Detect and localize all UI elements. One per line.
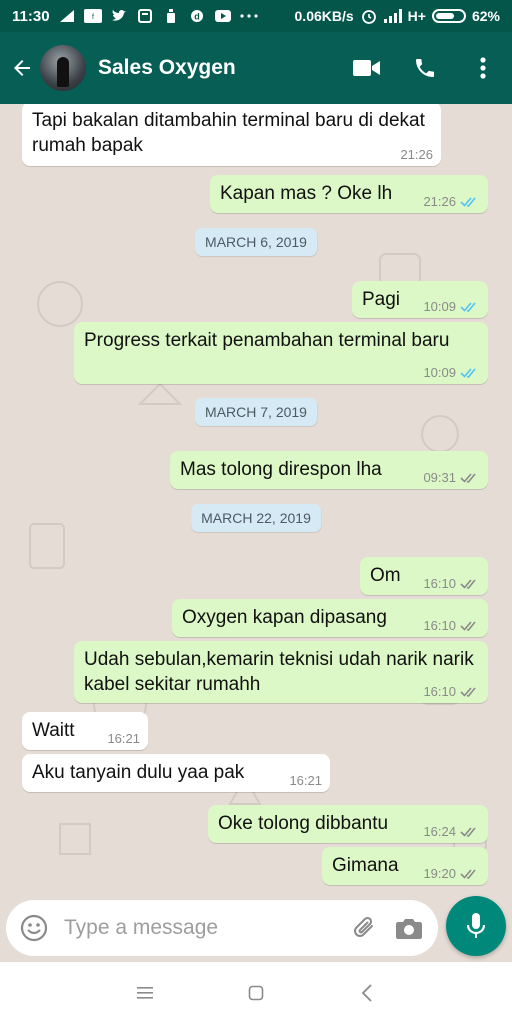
- message-bubble-outgoing[interactable]: Om 16:10: [360, 557, 488, 595]
- status-time: 11:30: [12, 7, 50, 25]
- message-time: 16:24: [423, 824, 456, 839]
- message-text: Gimana: [332, 855, 399, 876]
- back-arrow-icon: [14, 60, 30, 76]
- message-time: 10:09: [423, 299, 456, 314]
- composer-bar: [0, 896, 512, 962]
- message-text: Progress terkait penambahan terminal bar…: [84, 330, 450, 351]
- signal-arrow-icon: [58, 8, 76, 24]
- video-call-icon: [353, 60, 380, 76]
- message-time: 21:26: [400, 147, 433, 162]
- status-bar: 11:30 f d 0.06KB/s H+ 62%: [0, 0, 512, 32]
- message-time: 10:09: [423, 365, 456, 380]
- message-text: Tapi bakalan ditambahin terminal baru di…: [32, 110, 425, 156]
- recents-button[interactable]: [125, 973, 165, 1013]
- message-time: 16:10: [423, 618, 456, 633]
- menu-icon: [137, 987, 154, 999]
- home-square-icon: [248, 985, 264, 1001]
- news-icon: [136, 8, 154, 24]
- camera-icon: [396, 919, 422, 939]
- message-bubble-incoming[interactable]: Tapi bakalan ditambahin terminal baru di…: [22, 104, 441, 166]
- chat-area[interactable]: Tapi bakalan ditambahin terminal baru di…: [0, 104, 512, 900]
- message-time: 09:31: [423, 470, 456, 485]
- message-time: 16:21: [289, 773, 322, 788]
- date-separator: MARCH 6, 2019: [195, 228, 317, 256]
- message-bubble-incoming[interactable]: Aku tanyain dulu yaa pak 16:21: [22, 754, 330, 792]
- message-bubble-outgoing[interactable]: Progress terkait penambahan terminal bar…: [74, 322, 488, 384]
- more-dots-icon: [239, 8, 258, 24]
- net-speed: 0.06KB/s: [294, 8, 354, 24]
- message-bubble-outgoing[interactable]: Gimana 19:20: [322, 847, 488, 885]
- message-input[interactable]: [64, 916, 338, 940]
- delivered-receipt-icon: [460, 868, 480, 880]
- message-time: 19:20: [423, 866, 456, 881]
- attach-icon: [354, 916, 373, 937]
- phone-call-icon: [416, 59, 434, 77]
- nav-back-button[interactable]: [347, 973, 387, 1013]
- camera-button[interactable]: [392, 911, 426, 945]
- contact-name[interactable]: Sales Oxygen: [98, 56, 338, 80]
- home-button[interactable]: [236, 973, 276, 1013]
- battery-icon: [431, 9, 466, 23]
- network-type: H+: [407, 8, 426, 24]
- phone-call-button[interactable]: [396, 32, 454, 104]
- message-text: Waitt: [32, 720, 75, 741]
- message-time: 16:21: [107, 731, 140, 746]
- youtube-icon: [214, 8, 232, 24]
- message-time: 21:26: [423, 194, 456, 209]
- message-text: Aku tanyain dulu yaa pak: [32, 762, 245, 783]
- message-text: Om: [370, 565, 401, 586]
- message-bubble-incoming[interactable]: Waitt 16:21: [22, 712, 148, 750]
- delivered-receipt-icon: [460, 826, 480, 838]
- read-receipt-icon: [460, 196, 480, 208]
- alarm-icon: [360, 8, 378, 24]
- back-chevron-icon: [361, 984, 372, 1002]
- attach-button[interactable]: [348, 911, 382, 945]
- message-text: Kapan mas ? Oke lh: [220, 183, 393, 204]
- back-button[interactable]: [4, 32, 40, 104]
- read-receipt-icon: [460, 367, 480, 379]
- emoji-icon: [20, 914, 48, 942]
- mic-icon: [466, 913, 486, 938]
- message-input-box[interactable]: [6, 900, 438, 956]
- message-text: Pagi: [362, 289, 401, 310]
- date-separator: MARCH 22, 2019: [191, 504, 321, 532]
- more-vert-icon: [480, 57, 486, 79]
- battery-percent: 62%: [471, 8, 500, 24]
- svg-text:f: f: [92, 14, 94, 21]
- message-text: Mas tolong direspon lha: [180, 459, 382, 480]
- message-text: Oke tolong dibbantu: [218, 813, 389, 834]
- emoji-button[interactable]: [18, 912, 50, 944]
- message-time: 16:10: [423, 576, 456, 591]
- date-separator: MARCH 7, 2019: [195, 398, 317, 426]
- delivered-receipt-icon: [460, 686, 480, 698]
- message-bubble-outgoing[interactable]: Oxygen kapan dipasang 16:10: [172, 599, 488, 637]
- message-text: Udah sebulan,kemarin teknisi udah narik …: [84, 649, 474, 695]
- dailyhunt-icon: d: [188, 8, 206, 24]
- video-call-button[interactable]: [338, 32, 396, 104]
- delivered-receipt-icon: [460, 472, 480, 484]
- delivered-receipt-icon: [460, 620, 480, 632]
- message-bubble-outgoing[interactable]: Oke tolong dibbantu 16:24: [208, 805, 488, 843]
- message-bubble-outgoing[interactable]: Pagi 10:09: [352, 281, 488, 318]
- signal-bars-icon: [383, 8, 402, 24]
- twitter-icon: [110, 8, 128, 24]
- system-nav-bar: [0, 962, 512, 1024]
- delivered-receipt-icon: [460, 578, 480, 590]
- message-time: 16:10: [423, 684, 456, 699]
- chat-header: Sales Oxygen: [0, 32, 512, 104]
- message-bubble-outgoing[interactable]: Udah sebulan,kemarin teknisi udah narik …: [74, 641, 488, 703]
- facebook-lite-icon: f: [83, 8, 102, 24]
- message-bubble-outgoing[interactable]: Mas tolong direspon lha 09:31: [170, 451, 488, 489]
- message-bubble-outgoing[interactable]: Kapan mas ? Oke lh 21:26: [210, 175, 488, 213]
- mic-button[interactable]: [446, 896, 506, 956]
- svg-text:d: d: [194, 12, 200, 22]
- avatar[interactable]: [40, 45, 86, 91]
- read-receipt-icon: [460, 301, 480, 313]
- message-text: Oxygen kapan dipasang: [182, 607, 387, 628]
- cleaner-icon: [162, 8, 180, 24]
- more-options-button[interactable]: [454, 32, 512, 104]
